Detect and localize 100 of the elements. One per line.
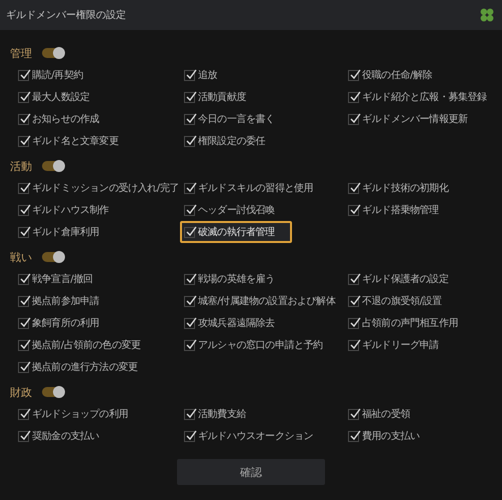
permission-item[interactable]: 費用の支払い <box>344 425 424 447</box>
permission-label: 城塞/付属建物の設置および解体 <box>198 294 336 308</box>
permission-item[interactable]: 象飼育所の利用 <box>14 312 104 334</box>
permission-item[interactable]: ギルドリーグ申請 <box>344 334 443 356</box>
permission-item[interactable]: 権限設定の委任 <box>180 130 270 152</box>
checkbox[interactable] <box>348 182 359 194</box>
toggle-switch[interactable] <box>42 161 64 171</box>
permission-label: 追放 <box>198 69 218 82</box>
permission-item[interactable]: 城塞/付属建物の設置および解体 <box>180 290 340 312</box>
checkbox[interactable] <box>348 430 359 442</box>
permission-item[interactable]: 今日の一言を書く <box>180 108 279 130</box>
permission-item[interactable]: ギルド搭乗物管理 <box>344 199 443 221</box>
checkbox[interactable] <box>18 136 29 146</box>
permission-item[interactable]: 占領前の声門相互作用 <box>344 312 462 334</box>
permission-item[interactable]: 拠点前参加申請 <box>14 290 104 312</box>
checkbox[interactable] <box>18 226 29 238</box>
checkbox[interactable] <box>184 182 195 194</box>
checkbox[interactable] <box>184 340 195 350</box>
permission-item[interactable]: 活動貢献度 <box>180 86 250 108</box>
permission-item[interactable]: ギルド保護者の設定 <box>344 268 452 290</box>
permission-item[interactable]: アルシャの窓口の申請と予約 <box>180 334 327 356</box>
permission-item[interactable]: 購読/再契約 <box>14 64 87 86</box>
checkbox[interactable] <box>18 296 29 306</box>
checkbox[interactable] <box>348 296 359 306</box>
checkbox[interactable] <box>18 70 29 80</box>
permission-label: ギルドメンバー情報更新 <box>362 112 468 126</box>
permission-label: ギルド搭乗物管理 <box>362 204 439 217</box>
permission-label: ギルド紹介と広報・募集登録 <box>362 90 487 104</box>
permission-item[interactable]: 拠点前/占領前の色の変更 <box>14 334 145 356</box>
permission-item[interactable]: ギルドショップの利用 <box>14 403 132 425</box>
checkbox[interactable] <box>348 274 359 284</box>
checkbox[interactable] <box>184 136 195 146</box>
permission-label: ギルドショップの利用 <box>32 408 128 421</box>
checkbox[interactable] <box>184 296 195 306</box>
checkbox[interactable] <box>348 70 359 80</box>
checkbox[interactable] <box>18 92 29 102</box>
permission-item[interactable]: ギルドハウスオークション <box>180 425 318 447</box>
checkbox[interactable] <box>348 340 359 350</box>
permission-item[interactable]: ギルドスキルの習得と使用 <box>180 177 318 199</box>
permission-item[interactable]: ギルド技術の初期化 <box>344 177 452 199</box>
permission-label: 拠点前/占領前の色の変更 <box>32 338 141 352</box>
permission-item[interactable]: ギルドメンバー情報更新 <box>344 108 472 130</box>
permission-item[interactable]: 不退の旗受領/設置 <box>344 290 446 312</box>
permission-label: ギルド倉庫利用 <box>32 226 100 239</box>
checkbox[interactable] <box>184 226 195 238</box>
permission-label: ギルドリーグ申請 <box>362 338 439 352</box>
checkbox[interactable] <box>18 114 29 124</box>
permission-label: 占領前の声門相互作用 <box>362 316 458 330</box>
checkbox[interactable] <box>18 318 29 328</box>
permission-item[interactable]: 破滅の執行者管理 <box>180 221 292 243</box>
permission-label: 拠点前参加申請 <box>32 294 100 308</box>
permission-item[interactable]: ギルド紹介と広報・募集登録 <box>344 86 491 108</box>
checkbox[interactable] <box>184 274 195 284</box>
checkbox[interactable] <box>18 340 29 350</box>
permission-item[interactable]: 拠点前の進行方法の変更 <box>14 356 142 378</box>
permission-item[interactable]: ギルド名と文章変更 <box>14 130 122 152</box>
permission-item[interactable]: 役職の任命/解除 <box>344 64 436 86</box>
permission-item[interactable]: 追放 <box>180 64 222 86</box>
toggle-switch[interactable] <box>42 252 64 262</box>
checkbox[interactable] <box>184 408 195 420</box>
checkbox[interactable] <box>18 430 29 442</box>
checkbox[interactable] <box>184 70 195 80</box>
section-title: 管理 <box>10 46 32 60</box>
permission-label: 購読/再契約 <box>32 68 83 82</box>
permission-item[interactable]: 攻城兵器遠隔除去 <box>180 312 279 334</box>
checkbox[interactable] <box>184 318 195 328</box>
permission-item[interactable]: 奨励金の支払い <box>14 425 104 447</box>
checkbox[interactable] <box>348 92 359 102</box>
permission-item[interactable]: お知らせの作成 <box>14 108 104 130</box>
checkbox[interactable] <box>18 182 29 194</box>
permission-item[interactable]: 福祉の受領 <box>344 403 414 425</box>
permission-label: 戦争宣言/撤回 <box>32 272 93 286</box>
permission-item[interactable]: 最大人数設定 <box>14 86 94 108</box>
permission-item[interactable]: 戦争宣言/撤回 <box>14 268 97 290</box>
checkbox[interactable] <box>184 204 195 216</box>
checkbox[interactable] <box>18 274 29 284</box>
section-title: 財政 <box>10 384 32 400</box>
permission-item[interactable]: ギルドハウス制作 <box>14 199 113 221</box>
permission-label: アルシャの窓口の申請と予約 <box>198 338 323 352</box>
checkbox[interactable] <box>348 408 359 420</box>
permission-label: 攻城兵器遠隔除去 <box>198 316 275 330</box>
checkbox[interactable] <box>18 362 29 372</box>
permission-item[interactable]: ヘッダー討伐召喚 <box>180 199 279 221</box>
permission-item[interactable]: 活動費支給 <box>180 403 250 425</box>
checkbox[interactable] <box>348 114 359 124</box>
toggle-switch[interactable] <box>42 48 64 58</box>
checkbox[interactable] <box>184 92 195 102</box>
permission-item[interactable]: ギルドミッションの受け入れ/完了 <box>14 177 183 199</box>
toggle-switch[interactable] <box>42 387 64 397</box>
permission-label: ヘッダー討伐召喚 <box>198 204 275 217</box>
checkbox[interactable] <box>348 318 359 328</box>
checkbox[interactable] <box>18 204 29 216</box>
confirm-button[interactable]: 確認 <box>177 459 325 485</box>
checkbox[interactable] <box>348 204 359 216</box>
checkbox[interactable] <box>184 430 195 442</box>
permission-item[interactable]: 戦場の英雄を雇う <box>180 268 279 290</box>
permission-item[interactable]: ギルド倉庫利用 <box>14 221 104 243</box>
permission-label: 不退の旗受領/設置 <box>362 294 442 308</box>
checkbox[interactable] <box>18 408 29 420</box>
checkbox[interactable] <box>184 114 195 124</box>
